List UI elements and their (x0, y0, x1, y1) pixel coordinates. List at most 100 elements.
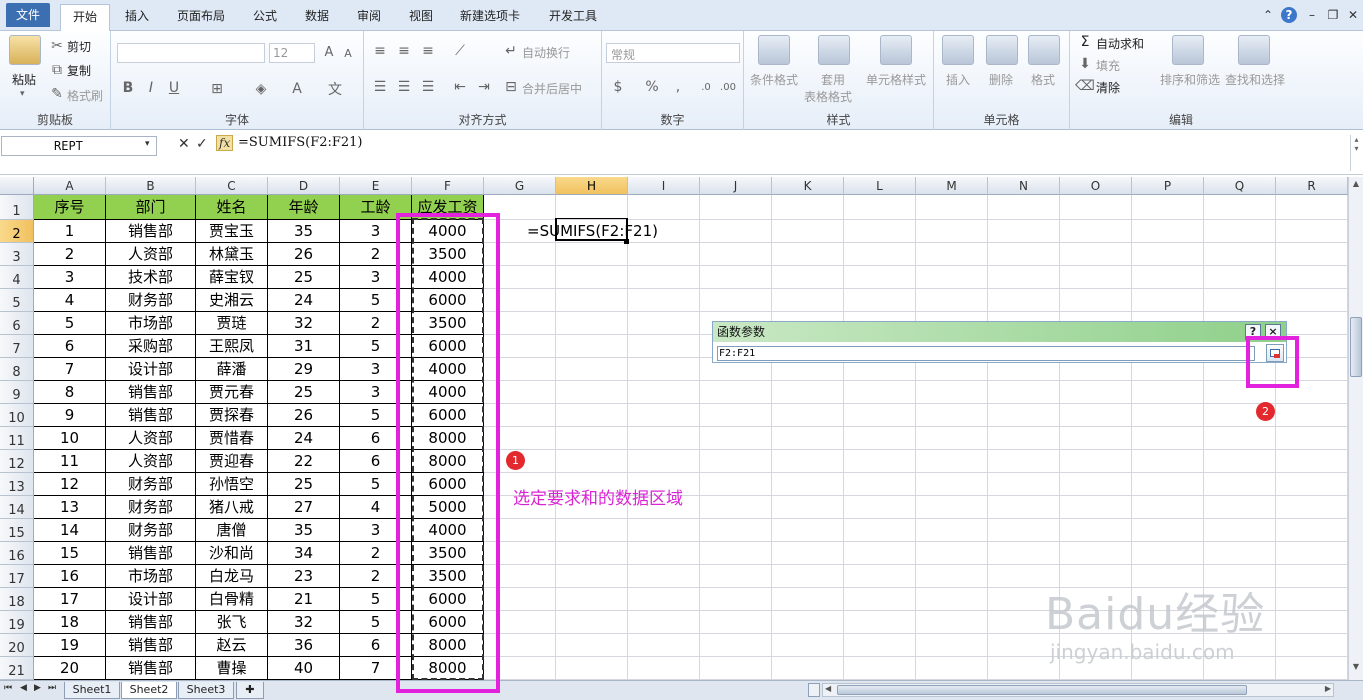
autosum-button[interactable]: 自动求和 (1096, 35, 1144, 52)
tab-review[interactable]: 审阅 (346, 4, 392, 31)
grid-cell[interactable]: 5 (34, 312, 106, 335)
grid-cell[interactable] (988, 243, 1060, 266)
align-center-icon[interactable]: ☰ (396, 79, 412, 95)
grid-cell[interactable] (1204, 450, 1276, 473)
grid-cell[interactable] (556, 335, 628, 358)
column-header-j[interactable]: J (700, 177, 772, 195)
grid-cell[interactable]: 赵云 (196, 634, 268, 657)
grid-cell[interactable] (1060, 496, 1132, 519)
column-header-h[interactable]: H (556, 177, 628, 195)
grid-cell[interactable] (844, 266, 916, 289)
grid-cell[interactable]: 9 (34, 404, 106, 427)
grid-cell[interactable] (628, 335, 700, 358)
font-name-combo[interactable] (117, 43, 265, 63)
grid-cell[interactable] (844, 195, 916, 220)
orientation-icon[interactable]: ⟋ (452, 43, 468, 59)
row-header-20[interactable]: 20 (0, 634, 34, 657)
decrease-indent-icon[interactable]: ⇤ (452, 79, 468, 95)
align-right-icon[interactable]: ☰ (420, 79, 436, 95)
grid-cell[interactable] (556, 634, 628, 657)
formula-input[interactable]: =SUMIFS(F2:F21) (238, 135, 363, 150)
scroll-right-icon[interactable]: ▶ (1325, 684, 1331, 693)
grid-cell[interactable]: 35 (268, 519, 340, 542)
row-header-21[interactable]: 21 (0, 657, 34, 680)
grid-cell[interactable] (1132, 381, 1204, 404)
grid-cell[interactable] (916, 657, 988, 680)
grid-cell[interactable]: 贾迎春 (196, 450, 268, 473)
grid-cell[interactable] (844, 427, 916, 450)
cancel-icon[interactable]: ✕ (178, 136, 190, 152)
grid-cell[interactable]: 24 (268, 427, 340, 450)
tab-developer[interactable]: 开发工具 (538, 4, 608, 31)
help-icon[interactable]: ? (1281, 7, 1297, 23)
grid-cell[interactable] (700, 565, 772, 588)
grid-cell[interactable] (700, 195, 772, 220)
grid-cell[interactable] (1276, 450, 1348, 473)
grid-cell[interactable] (772, 450, 844, 473)
table-header-cell[interactable]: 序号 (34, 195, 106, 220)
grid-cell[interactable] (772, 542, 844, 565)
tab-view[interactable]: 视图 (398, 4, 444, 31)
grid-cell[interactable] (1276, 588, 1348, 611)
grid-cell[interactable] (844, 588, 916, 611)
grid-cell[interactable] (556, 195, 628, 220)
grid-cell[interactable] (1060, 473, 1132, 496)
column-header-a[interactable]: A (34, 177, 106, 195)
column-header-m[interactable]: M (916, 177, 988, 195)
grid-cell[interactable] (628, 312, 700, 335)
sheet-nav-prev-icon[interactable]: ◀ (20, 683, 27, 693)
grid-cell[interactable] (772, 427, 844, 450)
format-cells-button[interactable]: 格式 (1031, 71, 1055, 88)
grid-cell[interactable] (700, 220, 772, 243)
grid-cell[interactable] (844, 473, 916, 496)
fill-handle[interactable] (624, 239, 629, 244)
grid-cell[interactable]: 贾宝玉 (196, 220, 268, 243)
row-header-18[interactable]: 18 (0, 588, 34, 611)
increase-font-icon[interactable]: A (321, 44, 337, 60)
grid-cell[interactable] (772, 220, 844, 243)
row-header-12[interactable]: 12 (0, 450, 34, 473)
conditional-format-button[interactable]: 条件格式 (750, 71, 798, 88)
grid-cell[interactable] (916, 220, 988, 243)
grid-cell[interactable]: 32 (268, 611, 340, 634)
grid-cell[interactable] (1060, 381, 1132, 404)
grid-cell[interactable] (988, 289, 1060, 312)
grid-cell[interactable]: 贾惜春 (196, 427, 268, 450)
name-box-dropdown-icon[interactable]: ▾ (145, 139, 150, 149)
grid-cell[interactable] (628, 450, 700, 473)
grid-cell[interactable]: 孙悟空 (196, 473, 268, 496)
accounting-icon[interactable]: $ (610, 79, 626, 95)
grid-cell[interactable] (1060, 266, 1132, 289)
grid-cell[interactable] (628, 519, 700, 542)
grid-cell[interactable]: 销售部 (106, 381, 196, 404)
grid-cell[interactable] (772, 243, 844, 266)
grid-cell[interactable] (916, 588, 988, 611)
grid-cell[interactable]: 薛潘 (196, 358, 268, 381)
insert-cells-button[interactable]: 插入 (946, 71, 970, 88)
vertical-scrollbar[interactable]: ▲ ▼ (1348, 177, 1363, 680)
column-header-b[interactable]: B (106, 177, 196, 195)
grid-cell[interactable] (772, 611, 844, 634)
grid-cell[interactable] (772, 565, 844, 588)
grid-cell[interactable] (556, 588, 628, 611)
grid-cell[interactable] (1276, 519, 1348, 542)
paste-icon[interactable] (9, 35, 41, 65)
grid-cell[interactable] (988, 220, 1060, 243)
select-all-button[interactable] (0, 177, 34, 195)
scroll-down-icon[interactable]: ▼ (1350, 662, 1362, 674)
grid-cell[interactable] (1132, 519, 1204, 542)
grid-cell[interactable] (772, 381, 844, 404)
grid-cell[interactable] (628, 243, 700, 266)
merge-center-button[interactable]: 合并后居中 (522, 80, 582, 97)
grid-cell[interactable] (556, 243, 628, 266)
grid-cell[interactable]: 技术部 (106, 266, 196, 289)
grid-cell[interactable] (1276, 542, 1348, 565)
align-middle-icon[interactable]: ≡ (396, 43, 412, 59)
grid-cell[interactable] (1276, 266, 1348, 289)
delete-cells-button[interactable]: 删除 (989, 71, 1013, 88)
column-header-e[interactable]: E (340, 177, 412, 195)
grid-cell[interactable]: 40 (268, 657, 340, 680)
grid-cell[interactable]: 22 (268, 450, 340, 473)
grid-cell[interactable] (916, 381, 988, 404)
grid-cell[interactable] (628, 266, 700, 289)
